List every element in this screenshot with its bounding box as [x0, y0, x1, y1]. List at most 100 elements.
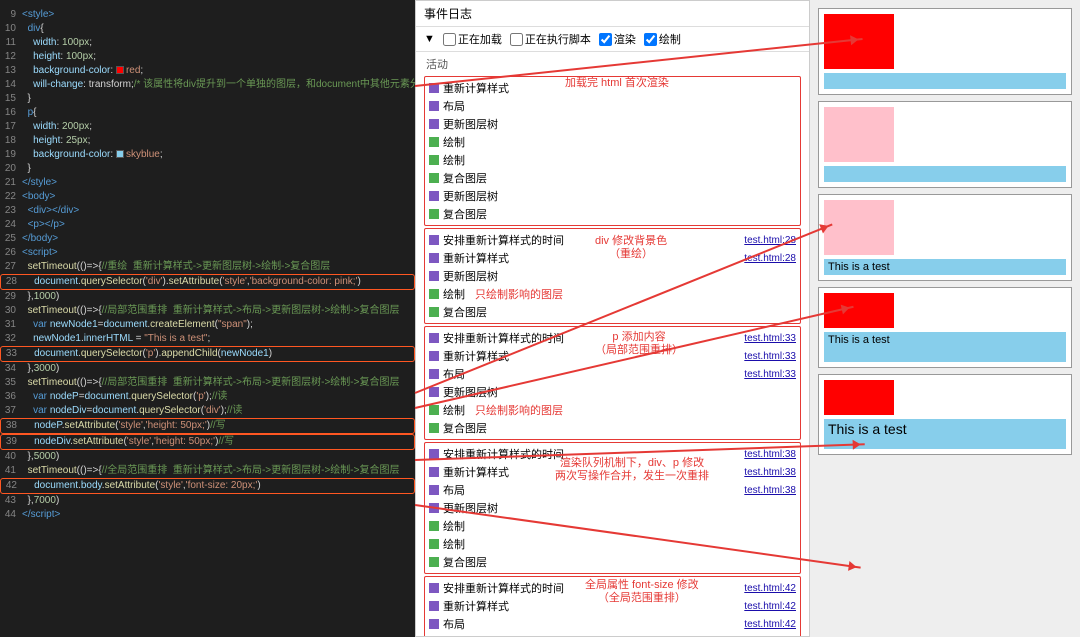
event-label: 绘制: [443, 536, 465, 552]
code-line-14[interactable]: 14 will-change: transform;/* 该属性将div提升到一…: [0, 78, 415, 92]
code-line-36[interactable]: 36 var nodeP=document.querySelector('p')…: [0, 390, 415, 404]
event-item[interactable]: 复合图层: [427, 553, 798, 571]
preview-p-bar: [824, 166, 1066, 182]
event-item[interactable]: 更新图层树: [427, 383, 798, 401]
source-link[interactable]: test.html:28: [744, 235, 796, 246]
event-color-icon: [429, 101, 439, 111]
event-color-icon: [429, 601, 439, 611]
code-editor-panel[interactable]: 9<style>10 div{11 width: 100px;12 height…: [0, 0, 415, 637]
code-line-10[interactable]: 10 div{: [0, 22, 415, 36]
code-line-11[interactable]: 11 width: 100px;: [0, 36, 415, 50]
event-color-icon: [429, 137, 439, 147]
code-line-44[interactable]: 44</script>: [0, 508, 415, 522]
event-item[interactable]: 绘制只绘制影响的图层: [427, 285, 798, 303]
event-item[interactable]: 复合图层: [427, 205, 798, 223]
event-item[interactable]: 绘制: [427, 535, 798, 553]
code-line-18[interactable]: 18 height: 25px;: [0, 134, 415, 148]
event-group-1: 安排重新计算样式的时间test.html:28重新计算样式test.html:2…: [424, 228, 801, 324]
code-line-23[interactable]: 23 <div></div>: [0, 204, 415, 218]
event-label: 更新图层树: [443, 116, 498, 132]
code-line-35[interactable]: 35 setTimeout(()=>{//局部范围重排 重新计算样式->布局->…: [0, 376, 415, 390]
code-line-22[interactable]: 22<body>: [0, 190, 415, 204]
code-line-34[interactable]: 34 },3000): [0, 362, 415, 376]
code-line-40[interactable]: 40 },5000): [0, 450, 415, 464]
event-color-icon: [429, 557, 439, 567]
filter-scripting[interactable]: 正在执行脚本: [510, 31, 591, 47]
event-color-icon: [429, 449, 439, 459]
code-line-38[interactable]: 38 nodeP.setAttribute('style','height: 5…: [0, 418, 415, 434]
event-color-icon: [429, 191, 439, 201]
code-line-39[interactable]: 39 nodeDiv.setAttribute('style','height:…: [0, 434, 415, 450]
filter-expand-icon[interactable]: ▼: [424, 33, 435, 45]
code-line-17[interactable]: 17 width: 200px;: [0, 120, 415, 134]
code-line-31[interactable]: 31 var newNode1=document.createElement("…: [0, 318, 415, 332]
event-item[interactable]: 绘制: [427, 133, 798, 151]
source-link[interactable]: test.html:33: [744, 333, 796, 344]
source-link[interactable]: test.html:38: [744, 467, 796, 478]
preview-p-bar: This is a test: [824, 259, 1066, 275]
event-item[interactable]: 更新图层树: [427, 267, 798, 285]
source-link[interactable]: test.html:42: [744, 583, 796, 594]
event-item[interactable]: 更新图层树: [427, 187, 798, 205]
event-item[interactable]: 更新图层树: [427, 633, 798, 636]
code-line-16[interactable]: 16 p{: [0, 106, 415, 120]
preview-frame-4: This is a test: [818, 374, 1072, 455]
source-link[interactable]: test.html:33: [744, 351, 796, 362]
filter-painting[interactable]: 绘制: [644, 31, 681, 47]
code-line-30[interactable]: 30 setTimeout(()=>{//局部范围重排 重新计算样式->布局->…: [0, 304, 415, 318]
group-annotation: 加载完 html 首次渲染: [565, 77, 669, 90]
event-item[interactable]: 布局test.html:38: [427, 481, 798, 499]
event-label: 重新计算样式: [443, 348, 509, 364]
code-line-26[interactable]: 26<script>: [0, 246, 415, 260]
preview-div-box: [824, 107, 894, 162]
event-label: 更新图层树: [443, 188, 498, 204]
code-line-27[interactable]: 27 setTimeout(()=>{//重绘 重新计算样式->更新图层树->绘…: [0, 260, 415, 274]
event-color-icon: [429, 423, 439, 433]
code-line-29[interactable]: 29 },1000): [0, 290, 415, 304]
source-link[interactable]: test.html:38: [744, 449, 796, 460]
code-line-37[interactable]: 37 var nodeDiv=document.querySelector('d…: [0, 404, 415, 418]
event-group-0: 重新计算样式布局更新图层树绘制绘制复合图层更新图层树复合图层加载完 html 首…: [424, 76, 801, 226]
event-item[interactable]: 绘制只绘制影响的图层: [427, 401, 798, 419]
source-link[interactable]: test.html:42: [744, 619, 796, 630]
event-item[interactable]: 复合图层: [427, 419, 798, 437]
event-item[interactable]: 更新图层树: [427, 115, 798, 133]
event-item[interactable]: 布局: [427, 97, 798, 115]
code-line-19[interactable]: 19 background-color: skyblue;: [0, 148, 415, 162]
code-line-25[interactable]: 25</body>: [0, 232, 415, 246]
code-line-24[interactable]: 24 <p></p>: [0, 218, 415, 232]
source-link[interactable]: test.html:33: [744, 369, 796, 380]
code-line-20[interactable]: 20 }: [0, 162, 415, 176]
event-item[interactable]: 复合图层: [427, 169, 798, 187]
code-line-15[interactable]: 15 }: [0, 92, 415, 106]
code-line-41[interactable]: 41 setTimeout(()=>{//全局范围重排 重新计算样式->布局->…: [0, 464, 415, 478]
preview-p-bar: This is a test: [824, 419, 1066, 449]
event-log-body[interactable]: 活动 重新计算样式布局更新图层树绘制绘制复合图层更新图层树复合图层加载完 htm…: [416, 52, 809, 636]
event-group-2: 安排重新计算样式的时间test.html:33重新计算样式test.html:3…: [424, 326, 801, 440]
event-label: 布局: [443, 98, 465, 114]
event-item[interactable]: 布局test.html:33: [427, 365, 798, 383]
event-item[interactable]: 复合图层: [427, 303, 798, 321]
source-link[interactable]: test.html:38: [744, 485, 796, 496]
code-line-13[interactable]: 13 background-color: red;: [0, 64, 415, 78]
event-color-icon: [429, 155, 439, 165]
event-item[interactable]: 绘制: [427, 517, 798, 535]
event-item[interactable]: 布局test.html:42: [427, 615, 798, 633]
filter-loading[interactable]: 正在加载: [443, 31, 502, 47]
code-line-43[interactable]: 43 },7000): [0, 494, 415, 508]
event-item[interactable]: 绘制: [427, 151, 798, 169]
event-item[interactable]: 更新图层树: [427, 499, 798, 517]
code-line-42[interactable]: 42 document.body.setAttribute('style','f…: [0, 478, 415, 494]
source-link[interactable]: test.html:42: [744, 601, 796, 612]
filter-rendering[interactable]: 渲染: [599, 31, 636, 47]
code-line-28[interactable]: 28 document.querySelector('div').setAttr…: [0, 274, 415, 290]
source-link[interactable]: test.html:28: [744, 253, 796, 264]
event-label: 重新计算样式: [443, 464, 509, 480]
event-color-icon: [429, 351, 439, 361]
code-line-9[interactable]: 9<style>: [0, 8, 415, 22]
code-line-21[interactable]: 21</style>: [0, 176, 415, 190]
code-line-32[interactable]: 32 newNode1.innerHTML = "This is a test"…: [0, 332, 415, 346]
code-line-33[interactable]: 33 document.querySelector('p').appendChi…: [0, 346, 415, 362]
event-label: 重新计算样式: [443, 80, 509, 96]
code-line-12[interactable]: 12 height: 100px;: [0, 50, 415, 64]
